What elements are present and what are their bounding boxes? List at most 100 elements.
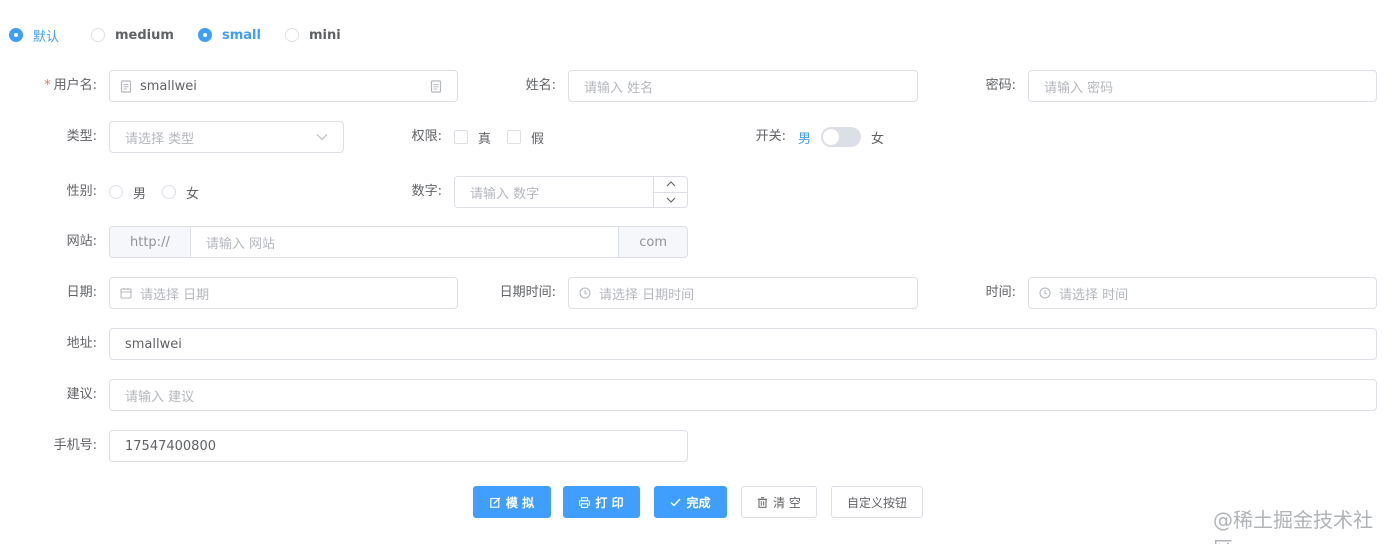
date-label: 日期:	[66, 285, 97, 300]
date-placeholder: 请选择 日期	[140, 287, 210, 303]
number-input[interactable]: 请输入 数字	[454, 176, 688, 208]
suggestion-label: 建议:	[66, 387, 97, 402]
done-button-label: 完成	[686, 495, 711, 510]
name-placeholder: 请输入 姓名	[584, 80, 654, 96]
address-label: 地址:	[66, 336, 97, 351]
website-suffix: com	[619, 226, 688, 258]
custom-button-label: 自定义按钮	[846, 495, 907, 510]
size-radio-medium[interactable]: medium	[91, 25, 174, 45]
size-radio-small-label: small	[222, 27, 261, 43]
username-input[interactable]: smallwei	[109, 70, 458, 102]
suggestion-placeholder: 请输入 建议	[125, 389, 195, 405]
calendar-icon	[120, 287, 132, 299]
permission-option-label: 真	[478, 131, 492, 147]
chevron-down-icon	[316, 133, 328, 141]
gender-radio-group: 男 女	[109, 176, 215, 208]
required-mark: *	[44, 78, 51, 93]
time-label: 时间:	[985, 285, 1016, 300]
increase-button[interactable]	[654, 177, 687, 193]
clear-button-label: 清 空	[773, 495, 801, 510]
time-placeholder: 请选择 时间	[1059, 287, 1129, 303]
gender-option-label: 男	[133, 186, 147, 202]
watermark: @稀土掘金技术社区	[1213, 508, 1373, 544]
edit-icon	[490, 496, 501, 508]
name-label: 姓名:	[525, 78, 556, 93]
number-controls	[653, 177, 687, 207]
size-radio-default-label: 默认	[33, 29, 60, 45]
type-select[interactable]: 请选择 类型	[109, 121, 344, 153]
suggestion-input[interactable]: 请输入 建议	[109, 379, 1377, 411]
username-label: * 用户名:	[0, 70, 97, 102]
radio-unchecked-icon	[162, 185, 177, 199]
gender-label: 性别:	[66, 184, 97, 199]
username-label-text: 用户名:	[53, 78, 97, 93]
website-prefix: http://	[109, 226, 190, 258]
chevron-down-icon	[666, 197, 675, 203]
permission-checkbox-false[interactable]: 假	[507, 128, 544, 147]
printer-icon	[579, 496, 591, 508]
number-label: 数字:	[411, 184, 442, 199]
datetime-label: 日期时间:	[499, 285, 556, 300]
gender-switch[interactable]	[821, 127, 862, 147]
address-input[interactable]: smallwei	[109, 328, 1377, 360]
datetime-picker[interactable]: 请选择 日期时间	[568, 277, 918, 309]
radio-checked-icon	[198, 28, 212, 42]
time-picker[interactable]: 请选择 时间	[1028, 277, 1377, 309]
checkbox-unchecked-icon	[454, 130, 468, 144]
done-button[interactable]: 完成	[654, 486, 727, 518]
radio-unchecked-icon	[285, 28, 299, 42]
checkbox-unchecked-icon	[507, 130, 522, 144]
radio-checked-icon	[9, 28, 23, 42]
switch-label: 开关:	[755, 129, 786, 144]
type-label: 类型:	[66, 129, 97, 144]
address-value: smallwei	[125, 336, 182, 352]
username-value: smallwei	[140, 78, 197, 94]
size-radio-mini[interactable]: mini	[285, 25, 341, 45]
website-input-group: http:// 请输入 网站 com	[109, 226, 688, 258]
check-icon	[670, 498, 681, 507]
phone-label: 手机号:	[53, 438, 97, 453]
print-button[interactable]: 打 印	[563, 486, 640, 518]
custom-button[interactable]: 自定义按钮	[831, 486, 923, 518]
switch-active-text: 男	[798, 131, 812, 147]
gender-option-label: 女	[186, 186, 200, 202]
size-radio-default[interactable]: 默认	[9, 25, 59, 45]
permission-option-label: 假	[531, 131, 545, 147]
permission-checkbox-true[interactable]: 真	[454, 128, 491, 147]
permission-checkbox-group: 真 假	[454, 121, 560, 153]
gender-radio-male[interactable]: 男	[109, 183, 146, 202]
phone-value: 17547400800	[125, 438, 216, 454]
password-placeholder: 请输入 密码	[1044, 80, 1114, 96]
document-icon	[120, 79, 132, 93]
password-label: 密码:	[985, 78, 1016, 93]
simulate-button-label: 模 拟	[505, 495, 535, 510]
radio-unchecked-icon	[109, 185, 123, 199]
phone-input[interactable]: 17547400800	[109, 430, 688, 462]
date-picker[interactable]: 请选择 日期	[109, 277, 458, 309]
size-radio-medium-label: medium	[115, 27, 174, 43]
clock-icon	[1039, 287, 1051, 299]
clear-button[interactable]: 清 空	[741, 486, 817, 518]
number-placeholder: 请输入 数字	[470, 186, 540, 202]
radio-unchecked-icon	[91, 28, 105, 42]
decrease-button[interactable]	[654, 193, 687, 208]
size-radio-mini-label: mini	[309, 27, 341, 43]
password-input[interactable]: 请输入 密码	[1028, 70, 1377, 102]
permission-label: 权限:	[411, 129, 442, 144]
document-icon	[430, 79, 442, 93]
website-input[interactable]: 请输入 网站	[189, 226, 620, 258]
simulate-button[interactable]: 模 拟	[473, 486, 551, 518]
name-input[interactable]: 请输入 姓名	[568, 70, 918, 102]
switch-knob	[823, 129, 840, 145]
type-placeholder: 请选择 类型	[125, 131, 195, 147]
chevron-up-icon	[666, 181, 675, 187]
size-radio-small[interactable]: small	[198, 25, 261, 45]
clock-icon	[579, 287, 591, 299]
trash-icon	[757, 496, 768, 508]
website-placeholder: 请输入 网站	[205, 236, 275, 252]
gender-switch-group: 男 女	[798, 121, 884, 153]
print-button-label: 打 印	[595, 495, 624, 510]
datetime-placeholder: 请选择 日期时间	[599, 287, 695, 303]
switch-inactive-text: 女	[871, 131, 885, 147]
gender-radio-female[interactable]: 女	[162, 183, 199, 202]
